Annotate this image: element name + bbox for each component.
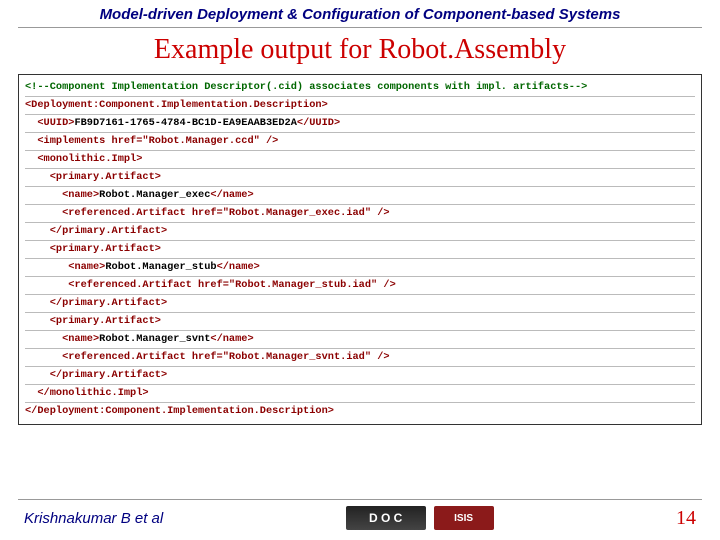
code-line: <implements href="Robot.Manager.ccd" /> — [37, 135, 278, 147]
code-line: <referenced.Artifact href="Robot.Manager… — [62, 207, 390, 219]
code-tag: <name> — [68, 261, 105, 273]
code-line: </Deployment:Component.Implementation.De… — [25, 405, 334, 417]
logo-group: D O C ISIS — [346, 506, 494, 530]
code-text: FB9D7161-1765-4784-BC1D-EA9EAAB3ED2A — [74, 117, 296, 129]
isis-logo: ISIS — [434, 506, 494, 530]
code-line: </monolithic.Impl> — [37, 387, 148, 399]
code-tag: <name> — [62, 189, 99, 201]
slide-title: Example output for Robot.Assembly — [0, 28, 720, 74]
code-line: </primary.Artifact> — [50, 297, 167, 309]
code-line: <Deployment:Component.Implementation.Des… — [25, 99, 328, 111]
code-tag: </name> — [210, 333, 253, 345]
slide-header: Model-driven Deployment & Configuration … — [0, 0, 720, 27]
code-line: <referenced.Artifact href="Robot.Manager… — [62, 351, 390, 363]
doc-logo: D O C — [346, 506, 426, 530]
code-tag: <name> — [62, 333, 99, 345]
divider-bottom — [18, 499, 702, 500]
code-line: <monolithic.Impl> — [37, 153, 142, 165]
code-text: Robot.Manager_exec — [99, 189, 210, 201]
author-label: Krishnakumar B et al — [24, 510, 163, 527]
code-line: </primary.Artifact> — [50, 369, 167, 381]
page-number: 14 — [676, 507, 696, 530]
code-tag: <UUID> — [37, 117, 74, 129]
code-listing: <!--Component Implementation Descriptor(… — [18, 74, 702, 425]
code-line: <primary.Artifact> — [50, 171, 161, 183]
code-tag: </name> — [217, 261, 260, 273]
code-tag: </UUID> — [297, 117, 340, 129]
code-tag: </name> — [210, 189, 253, 201]
code-line: </primary.Artifact> — [50, 225, 167, 237]
code-text: Robot.Manager_stub — [105, 261, 216, 273]
code-text: Robot.Manager_svnt — [99, 333, 210, 345]
code-line: <referenced.Artifact href="Robot.Manager… — [68, 279, 396, 291]
footer: Krishnakumar B et al D O C ISIS 14 — [0, 499, 720, 530]
code-line: <primary.Artifact> — [50, 315, 161, 327]
code-line: <!--Component Implementation Descriptor(… — [25, 81, 587, 93]
code-line: <primary.Artifact> — [50, 243, 161, 255]
